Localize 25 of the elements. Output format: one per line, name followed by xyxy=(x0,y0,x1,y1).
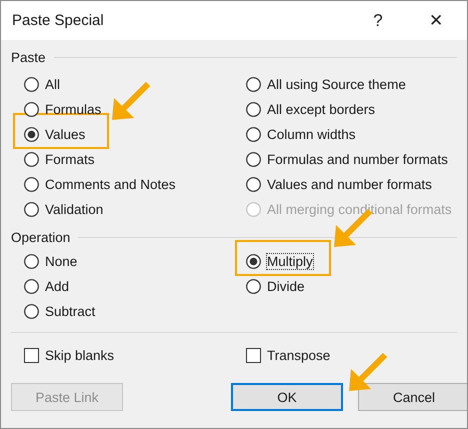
radio-option[interactable]: Divide xyxy=(246,279,305,294)
radio-option[interactable]: Multiply xyxy=(246,254,313,269)
radio-option[interactable]: Add xyxy=(24,279,70,294)
radio-option[interactable]: Formulas and number formats xyxy=(246,152,448,167)
checkbox[interactable]: Transpose xyxy=(246,343,457,367)
radio-option[interactable]: Values xyxy=(24,127,86,142)
radio-option[interactable]: All xyxy=(24,77,60,92)
help-button[interactable]: ? xyxy=(363,10,393,30)
radio-option[interactable]: Comments and Notes xyxy=(24,177,176,192)
group-label: Paste xyxy=(11,50,46,64)
pointer-arrow xyxy=(110,82,150,122)
dialog-button[interactable]: OK xyxy=(231,383,343,411)
radio-option[interactable]: All using Source theme xyxy=(246,77,406,92)
radio-option[interactable]: Values and number formats xyxy=(246,177,432,192)
group-label: Operation xyxy=(11,230,70,244)
radio-option[interactable]: None xyxy=(24,254,78,269)
window-title: Paste Special xyxy=(12,12,105,29)
close-button[interactable]: ✕ xyxy=(421,10,451,31)
checkbox[interactable]: Skip blanks xyxy=(24,343,246,367)
radio-option[interactable]: Column widths xyxy=(246,127,356,142)
dialog-button[interactable]: Cancel xyxy=(358,383,467,411)
radio-option[interactable]: Validation xyxy=(24,202,104,217)
radio-option[interactable]: Formats xyxy=(24,152,95,167)
radio-option[interactable]: All except borders xyxy=(246,102,376,117)
radio-option[interactable]: Subtract xyxy=(24,304,96,319)
